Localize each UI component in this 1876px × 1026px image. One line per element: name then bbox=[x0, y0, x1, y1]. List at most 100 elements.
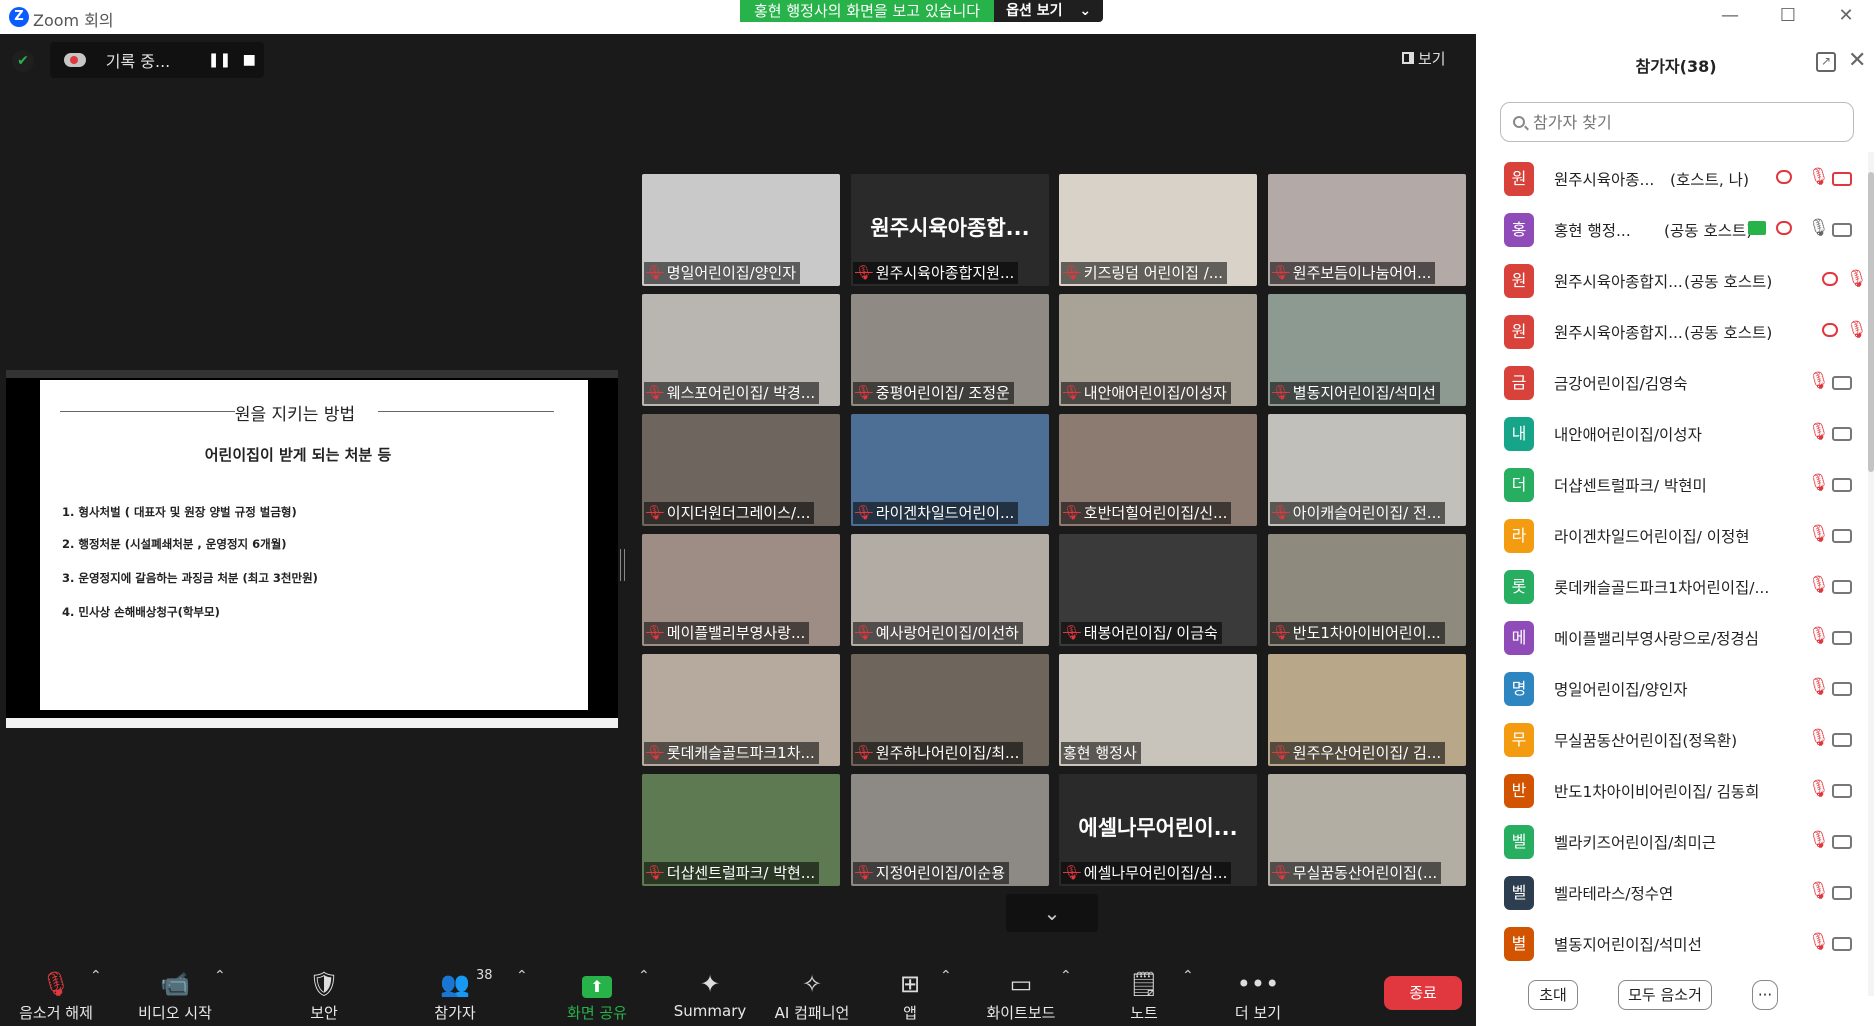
ai-companion-button[interactable]: ✧ AI 컴패니언 bbox=[766, 954, 858, 1026]
video-camera-icon[interactable] bbox=[1832, 580, 1852, 594]
encryption-shield-icon[interactable]: ✔ bbox=[12, 50, 34, 72]
security-button[interactable]: 🛡 보안 bbox=[296, 954, 352, 1026]
video-tile[interactable]: 🎙 메이플밸리부영사랑... bbox=[642, 534, 840, 646]
video-tile[interactable]: 🎙 예사랑어린이집/이선하 bbox=[851, 534, 1049, 646]
microphone-muted-icon[interactable]: 🎙 bbox=[1808, 881, 1830, 901]
close-window-button[interactable]: ✕ bbox=[1834, 4, 1858, 28]
participant-row[interactable]: 원 원주시육아종합지... (공동 호스트) 🎙 bbox=[1476, 256, 1870, 307]
apps-options-caret[interactable]: ⌃ bbox=[936, 954, 956, 1026]
split-resize-handle[interactable] bbox=[620, 549, 625, 581]
video-camera-icon[interactable] bbox=[1832, 835, 1852, 849]
scrollbar-thumb[interactable] bbox=[1868, 172, 1874, 472]
view-button[interactable]: 보기 bbox=[1402, 46, 1468, 70]
participant-row[interactable]: 롯 롯데캐슬골드파크1차어린이집/... 🎙 bbox=[1476, 562, 1870, 613]
microphone-icon[interactable]: 🎙 bbox=[1808, 218, 1830, 238]
video-tile[interactable]: 🎙 지정어린이집/이순용 bbox=[851, 774, 1049, 886]
participant-row[interactable]: 금 금강어린이집/김영숙 🎙 bbox=[1476, 358, 1870, 409]
minimize-button[interactable]: — bbox=[1718, 4, 1742, 28]
video-camera-icon[interactable] bbox=[1832, 376, 1852, 390]
participant-row[interactable]: 벨 벨라키즈어린이집/최미근 🎙 bbox=[1476, 817, 1870, 868]
participant-row[interactable]: 별 별동지어린이집/석미선 🎙 bbox=[1476, 919, 1870, 970]
share-screen-button[interactable]: ⬆ 화면 공유 bbox=[560, 954, 634, 1026]
video-camera-icon[interactable] bbox=[1832, 223, 1852, 237]
more-options-button[interactable]: ··· bbox=[1752, 980, 1778, 1010]
microphone-muted-icon[interactable]: 🎙 bbox=[1808, 830, 1830, 850]
shared-screen[interactable]: 원을 지키는 방법 어린이집이 받게 되는 처분 등 1. 형사처벌 ( 대표자… bbox=[6, 370, 618, 728]
whiteboard-options-caret[interactable]: ⌃ bbox=[1056, 954, 1076, 1026]
video-tile[interactable]: 🎙 키즈링덤 어린이집 /... bbox=[1059, 174, 1257, 286]
video-off-icon[interactable] bbox=[1832, 172, 1852, 186]
video-options-caret[interactable]: ⌃ bbox=[210, 954, 230, 1026]
microphone-muted-icon[interactable]: 🎙 bbox=[1846, 269, 1868, 289]
participant-search-input[interactable] bbox=[1533, 112, 1833, 132]
gallery-expand-button[interactable]: ⌄ bbox=[1006, 894, 1098, 932]
video-tile[interactable]: 🎙 별동지어린이집/석미선 bbox=[1268, 294, 1466, 406]
participant-row[interactable]: 내 내안애어린이집/이성자 🎙 bbox=[1476, 409, 1870, 460]
video-tile[interactable]: 🎙 내안애어린이집/이성자 bbox=[1059, 294, 1257, 406]
video-camera-icon[interactable] bbox=[1832, 733, 1852, 747]
video-camera-icon[interactable] bbox=[1832, 529, 1852, 543]
notes-options-caret[interactable]: ⌃ bbox=[1178, 954, 1198, 1026]
participant-row[interactable]: 더 더샵센트럴파크/ 박현미 🎙 bbox=[1476, 460, 1870, 511]
participant-row[interactable]: 명 명일어린이집/양인자 🎙 bbox=[1476, 664, 1870, 715]
participant-row[interactable]: 라 라이겐차일드어린이집/ 이정현 🎙 bbox=[1476, 511, 1870, 562]
video-tile[interactable]: 🎙 반도1차아이비어린이... bbox=[1268, 534, 1466, 646]
microphone-muted-icon[interactable]: 🎙 bbox=[1808, 779, 1830, 799]
more-button[interactable]: ••• 더 보기 bbox=[1228, 954, 1288, 1026]
share-options-caret[interactable]: ⌃ bbox=[634, 954, 654, 1026]
pause-recording-button[interactable]: ❚❚ bbox=[205, 52, 235, 68]
video-tile[interactable]: 🎙 원주보듬이나눔어어... bbox=[1268, 174, 1466, 286]
video-camera-icon[interactable] bbox=[1832, 937, 1852, 951]
view-options-button[interactable]: 옵션 보기 ⌄ bbox=[994, 0, 1104, 22]
video-tile[interactable]: 홍현 행정사 bbox=[1059, 654, 1257, 766]
video-tile[interactable]: 🎙 명일어린이집/양인자 bbox=[642, 174, 840, 286]
microphone-muted-icon[interactable]: 🎙 bbox=[1846, 320, 1868, 340]
audio-options-caret[interactable]: ⌃ bbox=[86, 954, 106, 1026]
stop-recording-button[interactable]: ■ bbox=[234, 52, 264, 68]
video-camera-icon[interactable] bbox=[1832, 427, 1852, 441]
participants-options-caret[interactable]: ⌃ bbox=[512, 954, 532, 1026]
start-video-button[interactable]: 📹 비디오 시작 bbox=[128, 954, 222, 1026]
participants-button[interactable]: 👥 참가자 38 bbox=[424, 954, 492, 1026]
video-tile[interactable]: 🎙 롯데캐슬골드파크1차... bbox=[642, 654, 840, 766]
microphone-muted-icon[interactable]: 🎙 bbox=[1808, 524, 1830, 544]
video-camera-icon[interactable] bbox=[1832, 478, 1852, 492]
participant-list-scrollbar[interactable] bbox=[1868, 152, 1874, 996]
invite-button[interactable]: 초대 bbox=[1528, 980, 1578, 1010]
microphone-muted-icon[interactable]: 🎙 bbox=[1808, 728, 1830, 748]
microphone-muted-icon[interactable]: 🎙 bbox=[1808, 473, 1830, 493]
microphone-muted-icon[interactable]: 🎙 bbox=[1808, 677, 1830, 697]
microphone-muted-icon[interactable]: 🎙 bbox=[1808, 371, 1830, 391]
participant-row[interactable]: 메 메이플밸리부영사랑으로/정경심 🎙 bbox=[1476, 613, 1870, 664]
mute-all-button[interactable]: 모두 음소거 bbox=[1618, 980, 1712, 1010]
video-tile[interactable]: 🎙 호반더힐어린이집/신... bbox=[1059, 414, 1257, 526]
video-tile[interactable]: 🎙 라이겐차일드어린이... bbox=[851, 414, 1049, 526]
microphone-muted-icon[interactable]: 🎙 bbox=[1808, 932, 1830, 952]
microphone-muted-icon[interactable]: 🎙 bbox=[1808, 626, 1830, 646]
participant-row[interactable]: 무 무실꿈동산어린이집(정옥환) 🎙 bbox=[1476, 715, 1870, 766]
video-camera-icon[interactable] bbox=[1832, 886, 1852, 900]
video-tile[interactable]: 원주시육아종합... 🎙 원주시육아종합지원... bbox=[851, 174, 1049, 286]
video-tile[interactable]: 🎙 웨스포어린이집/ 박경... bbox=[642, 294, 840, 406]
video-tile[interactable]: 🎙 원주우산어린이집/ 김... bbox=[1268, 654, 1466, 766]
video-tile[interactable]: 🎙 이지더원더그레이스/... bbox=[642, 414, 840, 526]
microphone-muted-icon[interactable]: 🎙 bbox=[1808, 167, 1830, 187]
notes-button[interactable]: 🗒 노트 bbox=[1126, 954, 1162, 1026]
video-camera-icon[interactable] bbox=[1832, 631, 1852, 645]
video-tile[interactable]: 🎙 더샵센트럴파크/ 박현... bbox=[642, 774, 840, 886]
video-tile[interactable]: 🎙 태봉어린이집/ 이금숙 bbox=[1059, 534, 1257, 646]
video-camera-icon[interactable] bbox=[1832, 784, 1852, 798]
video-camera-icon[interactable] bbox=[1832, 682, 1852, 696]
microphone-muted-icon[interactable]: 🎙 bbox=[1808, 422, 1830, 442]
video-tile[interactable]: 에셀나무어린이... 🎙 에셀나무어린이집/심... bbox=[1059, 774, 1257, 886]
participant-row[interactable]: 벨 벨라테라스/정수연 🎙 bbox=[1476, 868, 1870, 919]
video-tile[interactable]: 🎙 아이캐슬어린이집/ 전... bbox=[1268, 414, 1466, 526]
summary-button[interactable]: ✦ Summary bbox=[672, 954, 748, 1026]
video-tile[interactable]: 🎙 중평어린이집/ 조정운 bbox=[851, 294, 1049, 406]
microphone-muted-icon[interactable]: 🎙 bbox=[1808, 575, 1830, 595]
close-panel-icon[interactable]: ✕ bbox=[1848, 48, 1866, 73]
popout-icon[interactable]: ↗ bbox=[1816, 52, 1836, 72]
whiteboard-button[interactable]: ▭ 화이트보드 bbox=[978, 954, 1064, 1026]
participant-search[interactable] bbox=[1500, 102, 1854, 142]
participant-row[interactable]: 원 원주시육아종합지... (공동 호스트) 🎙 bbox=[1476, 307, 1870, 358]
